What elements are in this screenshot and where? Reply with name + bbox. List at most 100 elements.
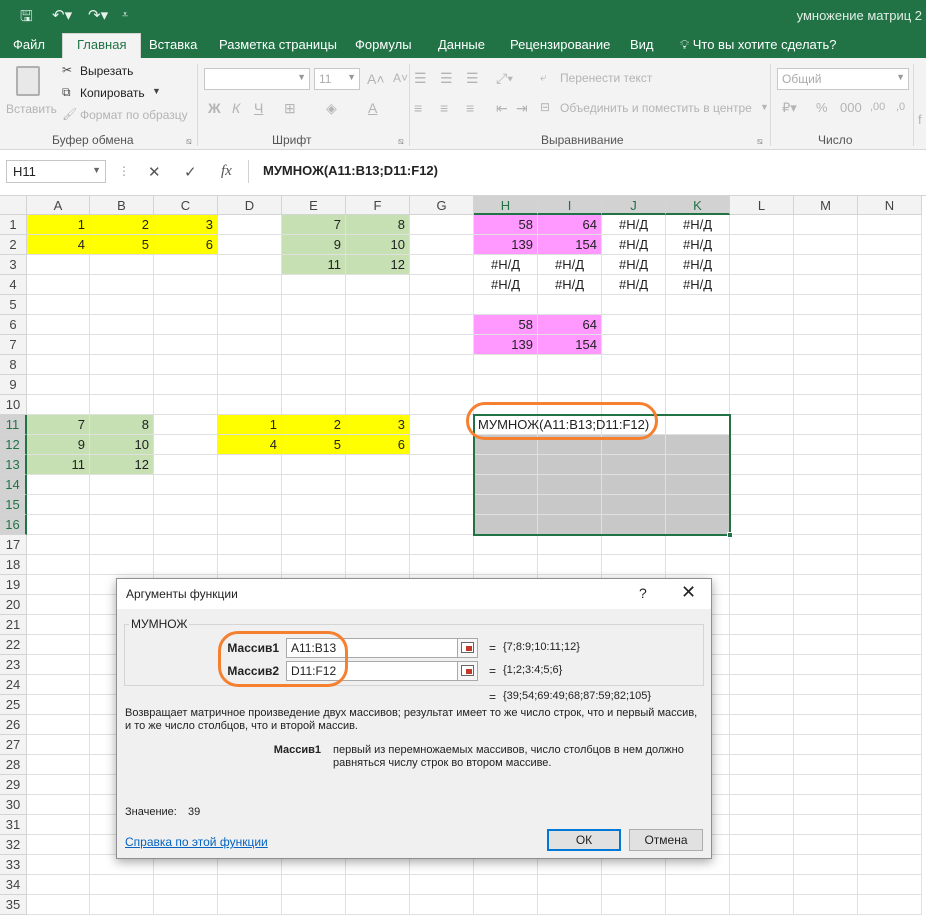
row-header-35[interactable]: 35 xyxy=(0,895,27,915)
cell[interactable] xyxy=(90,555,154,575)
cell[interactable] xyxy=(410,315,474,335)
cell[interactable] xyxy=(218,355,282,375)
cell-a2[interactable]: 4 xyxy=(27,235,90,255)
cell[interactable] xyxy=(90,515,154,535)
row-header-22[interactable]: 22 xyxy=(0,635,27,655)
cell[interactable] xyxy=(27,315,90,335)
column-header-m[interactable]: M xyxy=(794,196,858,215)
cell[interactable] xyxy=(730,215,794,235)
cell[interactable] xyxy=(730,495,794,515)
underline-button[interactable]: Ч xyxy=(254,100,263,116)
cell-k4[interactable]: #Н/Д xyxy=(666,275,730,295)
cell[interactable] xyxy=(27,815,90,835)
fill-handle[interactable] xyxy=(727,532,733,538)
cell[interactable] xyxy=(666,875,730,895)
cell[interactable] xyxy=(858,275,922,295)
cell[interactable] xyxy=(154,315,218,335)
cell[interactable] xyxy=(858,815,922,835)
cell[interactable] xyxy=(794,395,858,415)
cell[interactable] xyxy=(346,335,410,355)
cell[interactable] xyxy=(730,455,794,475)
cell-e3[interactable]: 11 xyxy=(282,255,346,275)
cell[interactable] xyxy=(858,295,922,315)
cell-c2[interactable]: 6 xyxy=(154,235,218,255)
cell[interactable] xyxy=(282,355,346,375)
cell[interactable] xyxy=(858,315,922,335)
cell[interactable] xyxy=(794,655,858,675)
wrap-text-button[interactable]: ⤶ Перенести текст xyxy=(540,70,680,90)
row-header-23[interactable]: 23 xyxy=(0,655,27,675)
cell[interactable] xyxy=(858,755,922,775)
cell[interactable] xyxy=(794,735,858,755)
cell[interactable] xyxy=(858,775,922,795)
row-header-15[interactable]: 15 xyxy=(0,495,27,515)
cell[interactable] xyxy=(858,635,922,655)
increase-font-icon[interactable]: A˄ xyxy=(367,71,385,87)
align-top-icon[interactable]: ☰ xyxy=(414,70,427,87)
cell[interactable] xyxy=(730,355,794,375)
customize-toolbar-icon[interactable]: ⩡ xyxy=(122,9,128,22)
cell[interactable] xyxy=(27,275,90,295)
tab-view[interactable]: Вид xyxy=(630,37,654,52)
cell[interactable] xyxy=(27,835,90,855)
cell[interactable] xyxy=(666,315,730,335)
row-header-28[interactable]: 28 xyxy=(0,755,27,775)
styles-icon[interactable]: f xyxy=(918,112,922,127)
tab-formulas[interactable]: Формулы xyxy=(355,37,412,52)
cell[interactable] xyxy=(282,475,346,495)
cell-k12[interactable] xyxy=(666,435,730,455)
cell[interactable] xyxy=(858,475,922,495)
cell[interactable] xyxy=(154,515,218,535)
cell-b13[interactable]: 12 xyxy=(90,455,154,475)
cell[interactable] xyxy=(730,435,794,455)
cell[interactable] xyxy=(858,895,922,915)
cell[interactable] xyxy=(27,355,90,375)
cell[interactable] xyxy=(794,875,858,895)
cell[interactable] xyxy=(858,515,922,535)
cell-f11[interactable]: 3 xyxy=(346,415,410,435)
cell-j4[interactable]: #Н/Д xyxy=(602,275,666,295)
cell[interactable] xyxy=(346,495,410,515)
cell-j14[interactable] xyxy=(602,475,666,495)
row-header-18[interactable]: 18 xyxy=(0,555,27,575)
cell[interactable] xyxy=(538,375,602,395)
format-painter-button[interactable]: 🖌︎ Формат по образцу xyxy=(62,106,192,126)
cell[interactable] xyxy=(346,455,410,475)
cell-f3[interactable]: 12 xyxy=(346,255,410,275)
cell[interactable] xyxy=(858,655,922,675)
cell[interactable] xyxy=(730,635,794,655)
cell[interactable] xyxy=(90,275,154,295)
cell[interactable] xyxy=(27,335,90,355)
cell-b1[interactable]: 2 xyxy=(90,215,154,235)
cell[interactable] xyxy=(858,415,922,435)
thousands-icon[interactable]: 000 xyxy=(840,100,862,115)
cell[interactable] xyxy=(794,495,858,515)
cell[interactable] xyxy=(602,395,666,415)
cell[interactable] xyxy=(858,875,922,895)
align-middle-icon[interactable]: ☰ xyxy=(440,70,453,87)
cell[interactable] xyxy=(218,875,282,895)
cell-i3[interactable]: #Н/Д xyxy=(538,255,602,275)
cell-j3[interactable]: #Н/Д xyxy=(602,255,666,275)
cell[interactable] xyxy=(666,375,730,395)
row-header-13[interactable]: 13 xyxy=(0,455,27,475)
row-header-25[interactable]: 25 xyxy=(0,695,27,715)
row-header-2[interactable]: 2 xyxy=(0,235,27,255)
cell[interactable] xyxy=(730,795,794,815)
cell[interactable] xyxy=(410,355,474,375)
cell[interactable] xyxy=(730,875,794,895)
cell[interactable] xyxy=(794,215,858,235)
cell-i7[interactable]: 154 xyxy=(538,335,602,355)
cell[interactable] xyxy=(90,375,154,395)
cell[interactable] xyxy=(730,595,794,615)
cell[interactable] xyxy=(90,535,154,555)
cell-f12[interactable]: 6 xyxy=(346,435,410,455)
tab-page-layout[interactable]: Разметка страницы xyxy=(219,37,337,52)
arg1-range-button[interactable] xyxy=(457,638,478,658)
cell[interactable] xyxy=(858,855,922,875)
cell[interactable] xyxy=(90,295,154,315)
cell-k2[interactable]: #Н/Д xyxy=(666,235,730,255)
cell[interactable] xyxy=(794,715,858,735)
cell[interactable] xyxy=(154,255,218,275)
cell-h7[interactable]: 139 xyxy=(474,335,538,355)
